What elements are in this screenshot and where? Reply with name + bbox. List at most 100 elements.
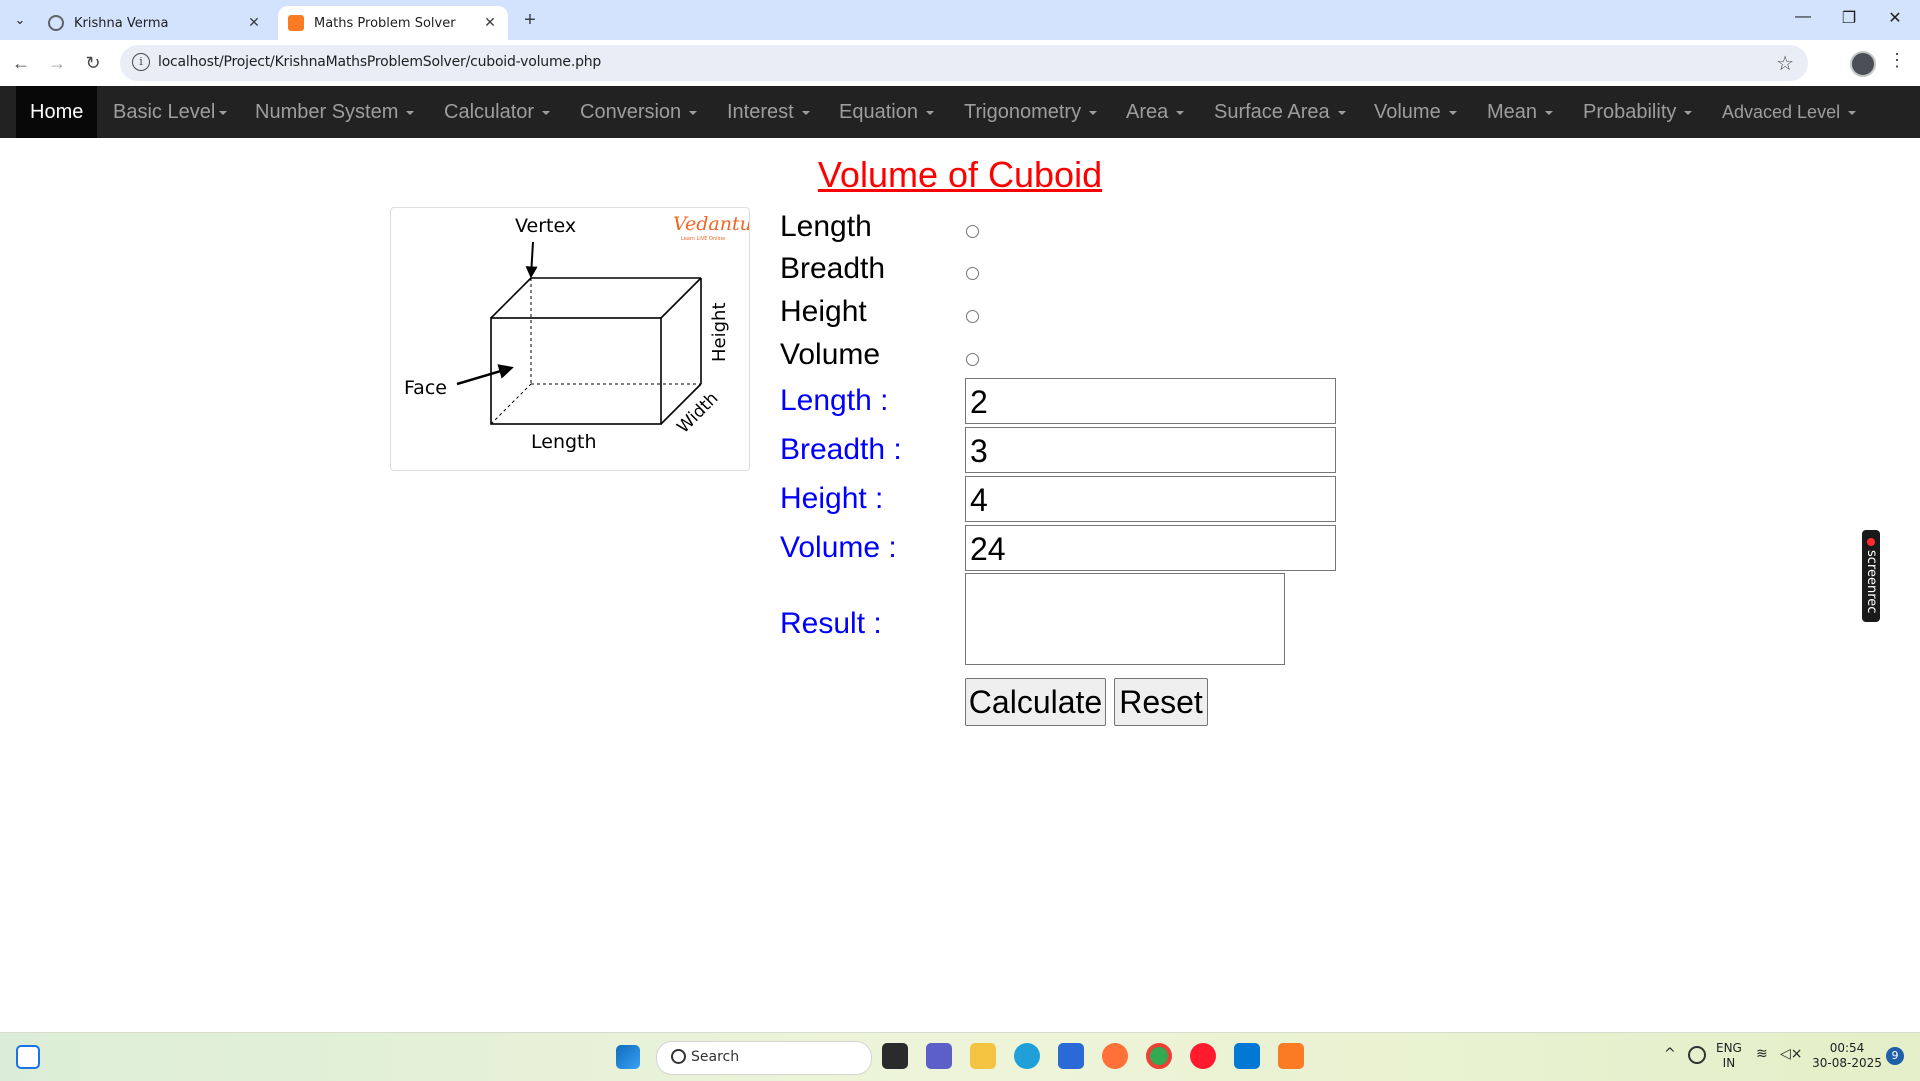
vedantu-tagline: Learn LIVE Online [681,236,725,242]
chrome-icon[interactable] [1146,1043,1172,1069]
radio-breadth[interactable] [966,267,979,280]
radio-volume[interactable] [966,353,979,366]
xampp-taskbar-icon[interactable] [1278,1043,1304,1069]
nav-equation[interactable]: Equation [839,86,934,138]
radio-length[interactable] [966,225,979,238]
widgets-icon[interactable] [16,1045,40,1069]
reload-button[interactable]: ↻ [80,50,106,76]
clock[interactable]: 00:54 30-08-2025 [1812,1041,1882,1071]
nav-label: Advaced Level [1722,102,1841,122]
nav-label: Probability [1583,101,1677,123]
minimize-button[interactable]: — [1780,8,1826,26]
browser-toolbar: ← → ↻ i localhost/Project/KrishnaMathsPr… [0,40,1920,87]
nav-calculator[interactable]: Calculator [444,86,551,138]
address-bar[interactable]: i localhost/Project/KrishnaMathsProblemS… [120,45,1808,81]
clock-date: 30-08-2025 [1812,1056,1882,1070]
notification-badge[interactable]: 9 [1886,1047,1904,1065]
face-label: Face [404,377,447,399]
store-icon[interactable] [1058,1043,1084,1069]
nav-conversion[interactable]: Conversion [580,86,698,138]
language-indicator[interactable]: ENG IN [1716,1041,1742,1071]
search-placeholder: Search [691,1049,740,1065]
record-dot-icon [1867,538,1875,547]
taskbar-search[interactable]: Search [656,1041,872,1075]
nav-label: Trigonometry [964,101,1082,123]
nav-label: Equation [839,101,918,123]
radio-height[interactable] [966,310,979,323]
caret-down-icon [689,110,698,115]
close-window-button[interactable]: ✕ [1872,8,1918,28]
edge-icon[interactable] [1014,1043,1040,1069]
length-field-label: Length : [780,384,889,417]
volume-muted-icon[interactable]: ◁× [1780,1047,1803,1062]
nav-home[interactable]: Home [16,86,98,138]
nav-label: Home [30,101,84,123]
height-input[interactable]: 4 [965,476,1336,522]
reset-button[interactable]: Reset [1114,678,1208,726]
wifi-icon[interactable]: ≋ [1756,1047,1768,1062]
opera-icon[interactable] [1190,1043,1216,1069]
teams-icon[interactable] [926,1043,952,1069]
nav-volume[interactable]: Volume [1374,86,1457,138]
width-label: Width [673,388,722,437]
tab-search-dropdown[interactable]: ⌄ [6,7,34,33]
restore-button[interactable]: ❐ [1826,8,1872,28]
task-view-icon[interactable] [882,1043,908,1069]
result-label: Result : [780,607,882,640]
tab-krishna-verma[interactable]: Krishna Verma ✕ [38,6,272,40]
nav-mean[interactable]: Mean [1487,86,1554,138]
nav-probability[interactable]: Probability [1583,86,1693,138]
file-explorer-icon[interactable] [970,1043,996,1069]
nav-surface-area[interactable]: Surface Area [1214,86,1346,138]
arrow-left-icon: ← [12,53,30,73]
site-navbar: Home Basic Level Number System Calculato… [0,86,1920,138]
radio-label-volume: Volume [780,338,881,371]
length-input[interactable]: 2 [965,378,1336,424]
volume-field-label: Volume : [780,531,897,564]
tab-maths-problem-solver[interactable]: Maths Problem Solver ✕ [278,6,508,40]
nav-area[interactable]: Area [1126,86,1185,138]
calculate-button[interactable]: Calculate [965,678,1106,726]
screenrec-widget[interactable]: screenrec [1862,530,1880,622]
profile-avatar[interactable] [1850,51,1876,77]
caret-down-icon [1176,110,1185,115]
close-icon[interactable]: ✕ [244,15,264,31]
start-icon[interactable] [616,1045,640,1069]
breadth-input[interactable]: 3 [965,427,1336,473]
cuboid-diagram: Vertex Face Length Height Width Vedantu … [390,207,752,471]
reload-icon: ↻ [85,53,101,73]
new-tab-button[interactable]: + [518,8,542,32]
bookmark-star-icon[interactable]: ☆ [1776,51,1794,76]
vscode-icon[interactable] [1234,1043,1260,1069]
back-button[interactable]: ← [8,50,34,76]
close-icon[interactable]: ✕ [480,15,500,31]
caret-down-icon [1337,110,1346,115]
screenrec-label: screenrec [1864,550,1879,614]
browser-menu-icon[interactable]: ⋮ [1888,50,1906,71]
nav-label: Area [1126,101,1169,123]
caret-down-icon [1684,110,1693,115]
firefox-icon[interactable] [1102,1043,1128,1069]
caret-down-icon [801,110,810,115]
nav-label: Conversion [580,101,682,123]
caret-down-icon [1848,111,1857,116]
nav-interest[interactable]: Interest [727,86,810,138]
sync-icon[interactable] [1688,1046,1706,1064]
caret-down-icon [1089,110,1098,115]
search-icon [671,1049,686,1064]
site-info-icon[interactable]: i [132,53,150,71]
nav-label: Volume [1374,101,1441,123]
result-textarea[interactable] [965,573,1285,665]
nav-basic-level[interactable]: Basic Level [113,86,228,138]
radio-label-height: Height [780,295,867,328]
height-label: Height [709,302,730,362]
volume-input[interactable]: 24 [965,525,1336,571]
nav-advanced-level[interactable]: Advaced Level [1722,86,1857,138]
tray-chevron-up-icon[interactable]: ^ [1664,1047,1676,1062]
front-face [490,317,662,425]
nav-number-system[interactable]: Number System [255,86,415,138]
clock-time: 00:54 [1829,1041,1865,1055]
tab-title: Maths Problem Solver [314,15,456,31]
forward-button[interactable]: → [44,50,70,76]
nav-trigonometry[interactable]: Trigonometry [964,86,1098,138]
